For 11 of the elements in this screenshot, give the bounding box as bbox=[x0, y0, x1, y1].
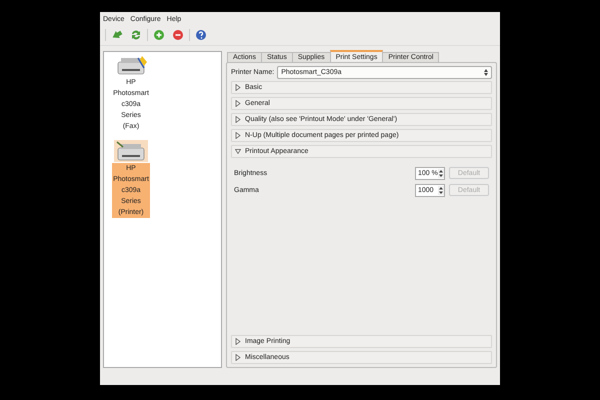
help-icon bbox=[194, 28, 208, 42]
spin-arrows-icon bbox=[438, 168, 444, 178]
toolbar-button[interactable] bbox=[170, 27, 186, 43]
add-icon bbox=[152, 28, 166, 42]
remove-icon bbox=[171, 28, 185, 42]
printer-printer-icon bbox=[114, 140, 148, 162]
toolbar-button[interactable] bbox=[193, 27, 209, 43]
spin-arrows-icon bbox=[484, 68, 488, 76]
spin-arrows-icon bbox=[438, 186, 444, 194]
toolbar-button[interactable] bbox=[151, 27, 167, 43]
refresh-icon bbox=[129, 28, 143, 42]
